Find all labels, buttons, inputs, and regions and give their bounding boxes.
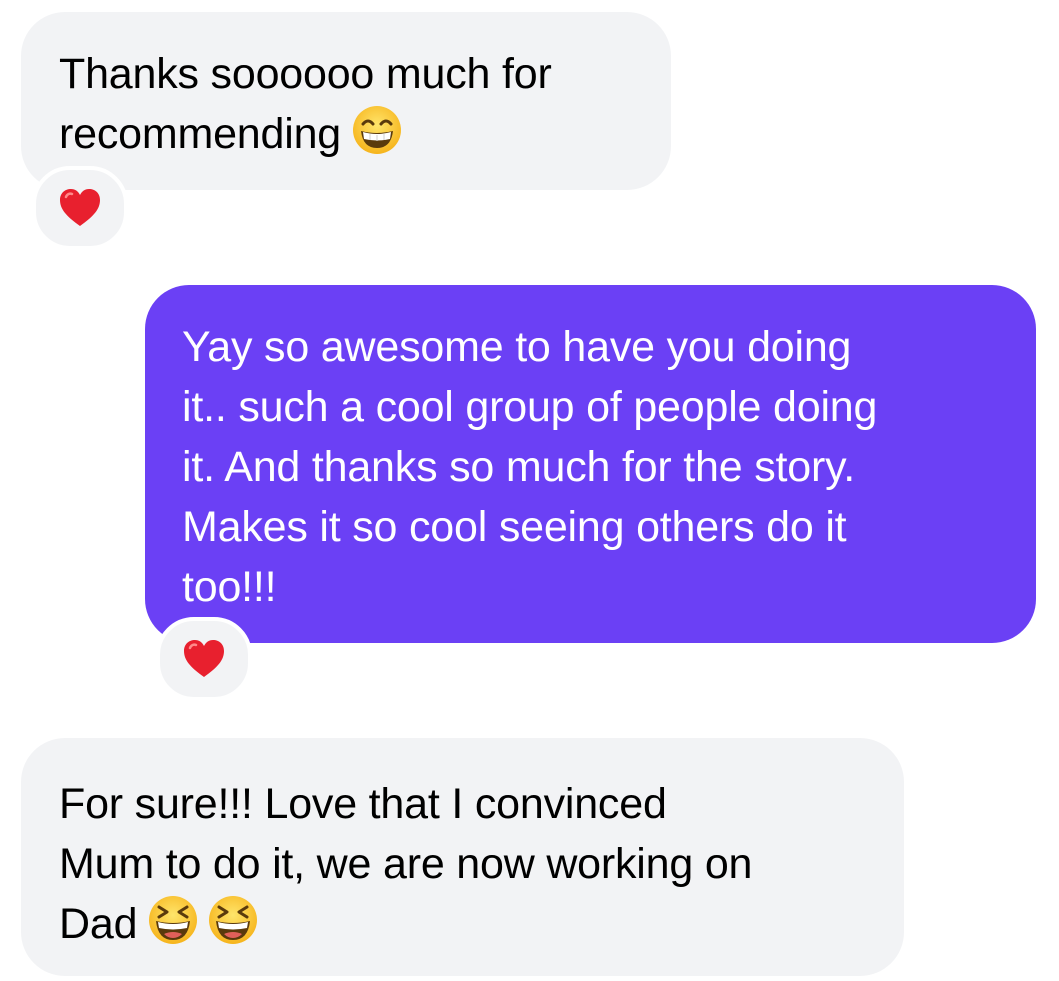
red-heart-icon (58, 188, 102, 228)
message-text-line: Thanks soooooo much for (59, 50, 552, 98)
grinning-squinting-face-icon (207, 894, 259, 946)
message-text-line: recommending (59, 104, 671, 164)
heart-reaction-badge[interactable] (156, 617, 252, 701)
red-heart-icon (182, 639, 226, 679)
grinning-squinting-face-icon (147, 894, 199, 946)
message-text-line: it.. such a cool group of people doing (182, 383, 878, 431)
message-text-line: Dad (59, 894, 904, 954)
outgoing-message-bubble[interactable]: Yay so awesome to have you doing it.. su… (145, 285, 1036, 643)
message-text-line: too!!! (182, 563, 277, 611)
heart-reaction-badge[interactable] (32, 166, 128, 250)
message-text-line: Makes it so cool seeing others do it (182, 503, 847, 551)
incoming-message-bubble[interactable]: For sure!!! Love that I convinced Mum to… (21, 738, 904, 976)
message-thread: Thanks soooooo much for recommending Yay… (0, 0, 1059, 981)
message-text-line: Mum to do it, we are now working on (59, 840, 753, 888)
grinning-face-with-smiling-eyes-icon (351, 104, 403, 156)
message-text-line: Yay so awesome to have you doing (182, 323, 852, 371)
message-text-line: For sure!!! Love that I convinced (59, 780, 667, 828)
message-text-line: it. And thanks so much for the story. (182, 443, 855, 491)
incoming-message-bubble[interactable]: Thanks soooooo much for recommending (21, 12, 671, 190)
